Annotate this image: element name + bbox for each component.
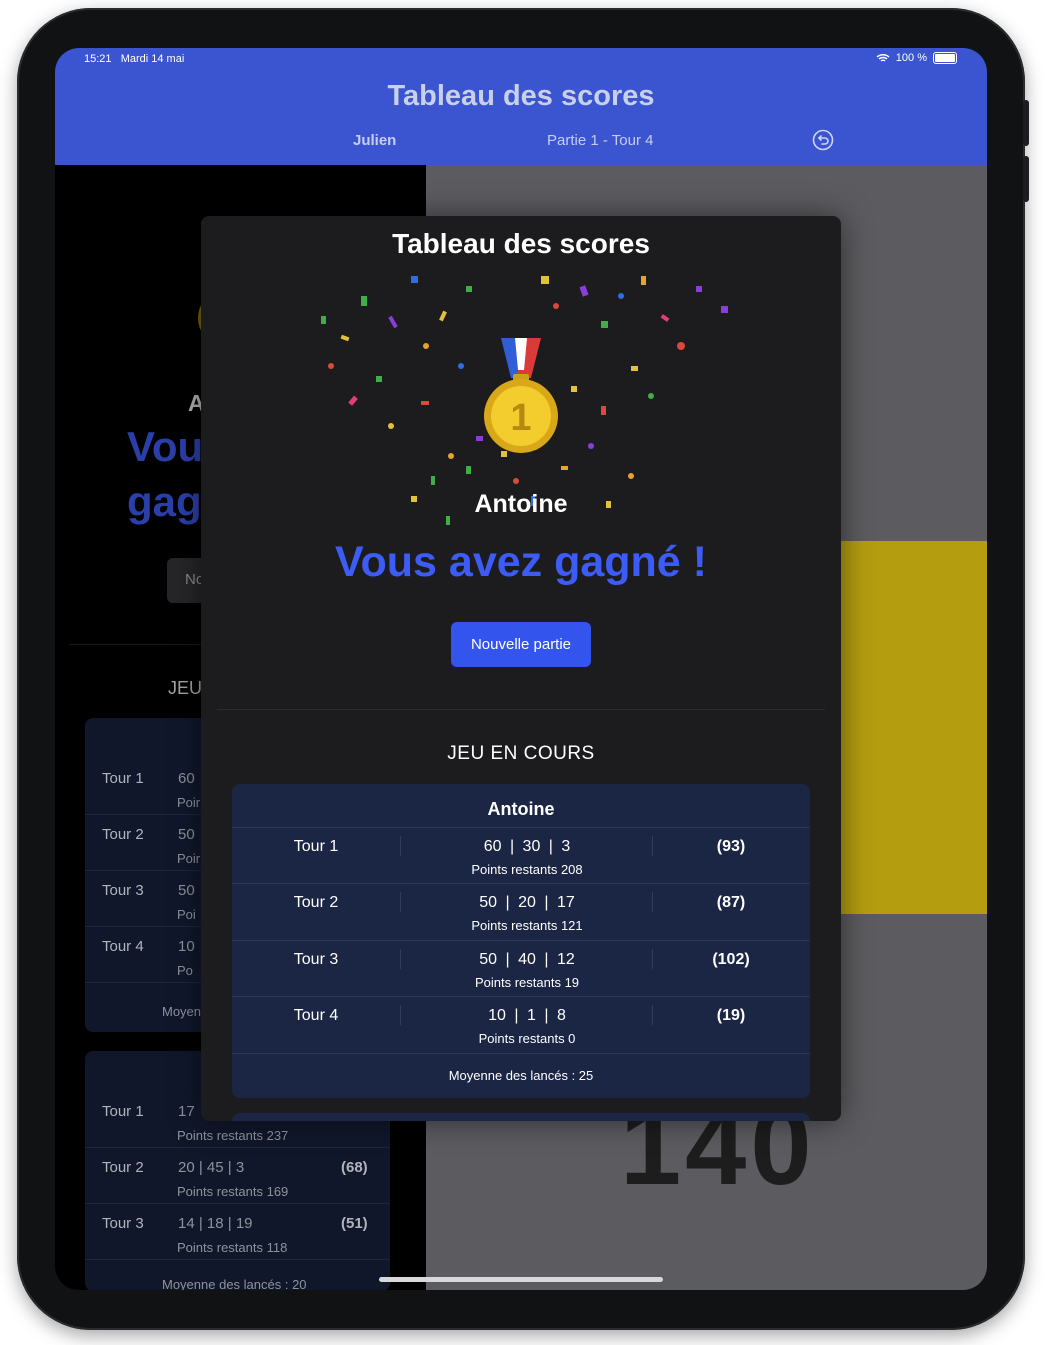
victory-message: Vous avez gagné ! (335, 538, 707, 586)
background-average: Moyen (162, 1004, 202, 1019)
round-total: (87) (716, 894, 746, 911)
status-right: 100 % (876, 52, 957, 64)
round-darts: 50 | 20 | 17 (479, 894, 575, 911)
screen: 140 A Vou gag No JEU Tour 1 60 Poir Tour 2… (55, 48, 987, 1290)
section-title: JEU EN COURS (447, 743, 595, 764)
next-card-peek (232, 1113, 810, 1121)
status-bar: 15:21 Mardi 14 mai 100 % (55, 48, 987, 70)
background-won-text: gag (127, 478, 202, 525)
round-total: (102) (712, 951, 750, 968)
game-round-info: Partie 1 - Tour 4 (547, 132, 654, 149)
table-row: Tour 3 14 | 18 | 19 Points restants 118 (51… (85, 1203, 390, 1260)
home-indicator[interactable] (379, 1277, 663, 1282)
table-row: Tour 2 20 | 45 | 3 Points restants 169 (68) (85, 1147, 390, 1204)
gold-medal-icon: 1 (484, 338, 558, 453)
battery-icon (933, 52, 957, 64)
round-label: Tour 4 (293, 1007, 339, 1024)
card-player-name: Antoine (487, 799, 555, 819)
round-darts: 50 | 40 | 12 (479, 951, 575, 968)
top-bar: 15:21 Mardi 14 mai 100 % Tableau des sco… (55, 48, 987, 165)
winner-name: Antoine (474, 490, 568, 518)
table-row: Tour 1 60 | 30 | 3 (93) Points restants … (232, 827, 810, 884)
page-title: Tableau des scores (387, 80, 655, 112)
background-section-title: JEU (168, 678, 203, 698)
table-row: Tour 3 50 | 40 | 12 (102) Points restant… (232, 940, 810, 997)
remaining-points: Points restants 19 (474, 975, 580, 990)
scoreboard-modal: Tableau des scores 1 Antoine Vous avez g… (201, 216, 841, 1121)
table-row: Tour 4 10 | 1 | 8 (19) Points restants 0 (232, 996, 810, 1053)
round-label: Tour 1 (293, 838, 339, 855)
table-row: Tour 2 50 | 20 | 17 (87) Points restants… (232, 883, 810, 940)
battery-percent: 100 % (895, 52, 927, 64)
player-score-card: Antoine Tour 1 60 | 30 | 3 (93) Points r… (232, 784, 810, 1098)
status-time: 15:21 Mardi 14 mai (84, 53, 185, 65)
round-label: Tour 2 (293, 894, 339, 911)
round-darts: 10 | 1 | 8 (488, 1007, 566, 1024)
background-average: Moyenne des lancés : 20 (162, 1277, 307, 1290)
background-won-text: Vou (127, 423, 204, 470)
round-darts: 60 | 30 | 3 (483, 838, 571, 855)
remaining-points: Points restants 208 (471, 862, 583, 877)
side-button (1023, 156, 1029, 202)
current-player: Julien (353, 132, 397, 149)
round-total: (19) (716, 1007, 746, 1024)
divider (217, 709, 825, 710)
round-label: Tour 3 (293, 951, 339, 968)
svg-text:1: 1 (510, 397, 531, 439)
round-total: (93) (716, 838, 746, 855)
undo-icon[interactable] (812, 129, 834, 151)
side-button (1023, 100, 1029, 146)
new-game-button[interactable]: Nouvelle partie (451, 622, 591, 667)
remaining-points: Points restants 121 (471, 918, 583, 933)
remaining-points: Points restants 0 (478, 1031, 576, 1046)
average-throws: Moyenne des lancés : 25 (448, 1068, 594, 1083)
wifi-icon (876, 53, 890, 62)
